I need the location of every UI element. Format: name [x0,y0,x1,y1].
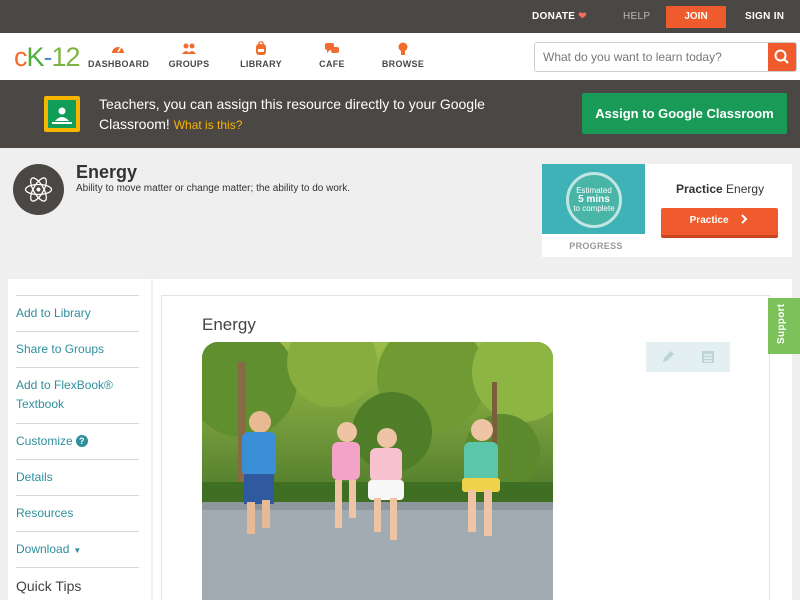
nav-cafe-label: CAFE [319,59,345,69]
progress-label[interactable]: PROGRESS [542,241,650,251]
practice-title: Practice Energy [676,182,764,196]
join-button[interactable]: JOIN [666,6,726,28]
concept-description: Ability to move matter or change matter;… [76,183,351,194]
estimate-line-3: to complete [573,204,615,213]
nav-library-label: LIBRARY [240,59,282,69]
logo-num: 12 [51,42,81,72]
nav-browse[interactable]: BROWSE [381,41,425,69]
nav-cafe[interactable]: CAFE [317,41,347,69]
help-link[interactable]: HELP [623,0,650,33]
nav-groups-label: GROUPS [168,59,210,69]
search-icon [774,49,789,64]
estimate-badge: Estimated 5 mins to complete [566,172,622,228]
top-bar: DONATE ❤ HELP JOIN SIGN IN [0,0,800,33]
practice-estimate-graphic: Estimated 5 mins to complete [542,164,645,234]
practice-title-topic: Energy [726,182,765,196]
search-input[interactable] [535,43,765,71]
notes-icon[interactable] [700,349,716,365]
logo-k: K [26,42,45,72]
banner-text: Teachers, you can assign this resource d… [99,96,485,132]
gauge-icon [88,41,148,56]
logo-dash: - [43,42,53,72]
help-question-icon[interactable]: ? [75,435,88,447]
backpack-icon [239,41,283,56]
donate-label: DONATE [532,11,576,22]
details-link[interactable]: Details [16,459,139,495]
pencil-icon[interactable] [660,349,676,365]
content-title: Energy [202,315,256,334]
banner-message: Teachers, you can assign this resource d… [99,94,539,135]
download-link[interactable]: Download ▼ [16,531,139,567]
add-to-flexbook-link[interactable]: Add to FlexBook® Textbook [16,367,139,423]
atom-icon [13,164,64,215]
classroom-banner: Teachers, you can assign this resource d… [0,80,800,148]
practice-card: Estimated 5 mins to complete PROGRESS Pr… [542,164,792,257]
donate-link[interactable]: DONATE ❤ [532,0,587,33]
nav-groups[interactable]: GROUPS [166,41,212,69]
quick-tips-heading[interactable]: Quick Tips [16,567,139,600]
practice-button[interactable]: Practice [661,208,778,238]
logo-c: c [14,42,27,72]
sidebar: Add to Library Share to Groups Add to Fl… [8,279,151,600]
caret-down-icon: ▼ [73,546,82,555]
customize-label: Customize [16,434,73,448]
add-to-library-link[interactable]: Add to Library [16,295,139,331]
nav-library[interactable]: LIBRARY [239,41,283,69]
resources-link[interactable]: Resources [16,495,139,531]
people-icon [166,41,212,56]
google-classroom-icon [44,96,80,132]
practice-title-bold: Practice [676,182,723,196]
children-running-photo [202,342,553,600]
share-to-groups-link[interactable]: Share to Groups [16,331,139,367]
heart-icon: ❤ [578,11,587,22]
support-label: Support [776,303,787,344]
chat-bubbles-icon [317,41,347,56]
download-label: Download [16,542,70,556]
ck12-logo[interactable]: cK-12 [14,42,81,73]
lightbulb-icon [381,41,425,56]
what-is-this-link[interactable]: What is this? [174,118,243,132]
assign-to-google-classroom-button[interactable]: Assign to Google Classroom [582,93,787,134]
practice-button-label: Practice [689,215,729,226]
search-button[interactable] [768,43,796,71]
concept-title: Energy [76,162,138,182]
nav-dashboard[interactable]: DASHBOARD [88,41,150,69]
nav-dashboard-label: DASHBOARD [88,59,150,69]
customize-link[interactable]: Customize? [16,423,139,459]
chevron-right-icon [741,214,748,224]
content-tools [646,342,730,372]
support-tab[interactable]: Support [768,298,800,354]
search-box [534,42,797,72]
nav-browse-label: BROWSE [381,59,425,69]
sign-in-link[interactable]: SIGN IN [745,0,784,33]
main-nav: cK-12 DASHBOARD GROUPS LIBRARY CAFE BROW… [0,33,800,80]
